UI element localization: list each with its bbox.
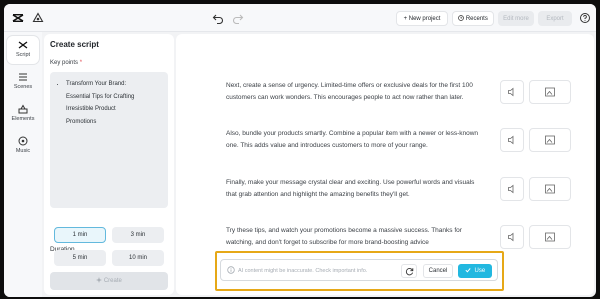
rail-item-elements[interactable]: Elements	[7, 100, 39, 128]
ai-disclaimer-text: AI content might be inaccurate. Check im…	[238, 268, 368, 274]
media-button[interactable]	[529, 225, 571, 249]
create-label: Create	[103, 278, 122, 284]
export-button[interactable]: Export	[538, 11, 572, 26]
required-mark: *	[79, 60, 83, 66]
check-icon	[465, 268, 471, 273]
image-icon	[545, 184, 555, 194]
key-points-input[interactable]: Transform Your Brand: Essential Tips for…	[50, 72, 168, 208]
duration-1-min-button[interactable]: 1 min	[54, 227, 106, 243]
capcut-logo-icon[interactable]	[12, 12, 24, 24]
script-paragraph[interactable]: Also, bundle your products smartly. Comb…	[226, 128, 486, 151]
duration-5-min-button[interactable]: 5 min	[54, 250, 106, 266]
info-icon	[227, 266, 235, 274]
key-points-label-text: Key points	[50, 60, 79, 66]
media-button[interactable]	[529, 128, 571, 152]
duration-3-min-button[interactable]: 3 min	[112, 227, 164, 243]
top-bar: + New project Recents Edit more Export	[4, 4, 596, 32]
script-icon	[18, 41, 28, 49]
recents-label: Recents	[465, 16, 488, 22]
voice-button[interactable]	[500, 80, 524, 104]
use-button[interactable]: Use	[458, 264, 492, 278]
media-button[interactable]	[529, 80, 571, 104]
create-button[interactable]: Create	[50, 272, 168, 290]
redo-icon[interactable]	[232, 12, 244, 24]
rail-item-scenes[interactable]: Scenes	[7, 68, 39, 96]
rail-item-script[interactable]: Script	[7, 36, 39, 64]
script-paragraph[interactable]: Try these tips, and watch your promotion…	[226, 225, 486, 248]
refresh-icon	[405, 268, 414, 276]
voice-button[interactable]	[500, 177, 524, 201]
key-point-line: Essential Tips for Crafting	[66, 93, 135, 100]
voice-icon	[508, 232, 514, 242]
voice-icon	[508, 87, 514, 97]
key-point-line: Promotions	[66, 118, 97, 125]
key-points-list: Transform Your Brand: Essential Tips for…	[60, 78, 162, 128]
music-icon	[18, 136, 28, 146]
voice-icon	[508, 135, 514, 145]
clock-icon	[458, 15, 465, 21]
voice-button[interactable]	[500, 225, 524, 249]
cloud-icon[interactable]	[32, 12, 44, 24]
left-rail: Script Scenes Elements Music	[4, 32, 42, 297]
sparkle-icon	[96, 277, 103, 283]
key-point-line: Transform Your Brand:	[66, 81, 127, 87]
key-point-line: Irresistible Product	[66, 106, 116, 112]
rail-item-music[interactable]: Music	[7, 132, 39, 160]
edit-more-button[interactable]: Edit more	[498, 11, 534, 26]
elements-icon	[18, 104, 28, 114]
regenerate-button[interactable]	[401, 264, 417, 278]
rail-label-scenes: Scenes	[13, 84, 33, 90]
panel-title: Create script	[50, 40, 99, 49]
duration-10-min-button[interactable]: 10 min	[112, 250, 164, 266]
key-points-label: Key points *	[50, 60, 82, 66]
ai-suggestion-bar: AI content might be inaccurate. Check im…	[220, 259, 498, 281]
rail-label-script: Script	[15, 52, 31, 58]
image-icon	[545, 232, 555, 242]
media-button[interactable]	[529, 177, 571, 201]
rail-label-music: Music	[15, 148, 31, 154]
use-label: Use	[474, 268, 486, 274]
recents-button[interactable]: Recents	[452, 11, 494, 26]
image-icon	[545, 135, 555, 145]
undo-icon[interactable]	[212, 12, 224, 24]
create-script-panel: Create script Key points * Transform You…	[44, 34, 174, 295]
script-paragraph[interactable]: Finally, make your message crystal clear…	[226, 177, 486, 200]
voice-icon	[508, 184, 514, 194]
new-project-button[interactable]: + New project	[396, 11, 448, 26]
scenes-icon	[19, 73, 27, 81]
key-point-item: Transform Your Brand: Essential Tips for…	[66, 78, 162, 128]
cancel-button[interactable]: Cancel	[423, 264, 453, 278]
script-paragraph[interactable]: Next, create a sense of urgency. Limited…	[226, 80, 486, 103]
voice-button[interactable]	[500, 128, 524, 152]
image-icon	[545, 87, 555, 97]
rail-label-elements: Elements	[11, 116, 35, 122]
help-icon[interactable]	[579, 12, 591, 24]
